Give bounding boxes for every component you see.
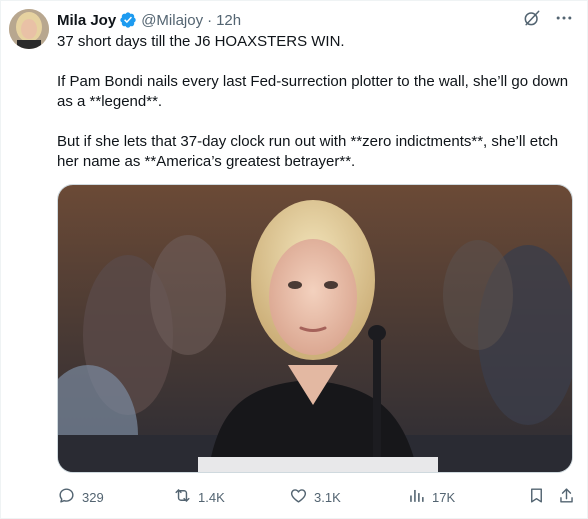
author-handle[interactable]: @Milajoy — [141, 12, 203, 29]
verified-badge-icon — [119, 11, 137, 29]
tweet-time[interactable]: 12h — [216, 12, 241, 29]
share-icon — [557, 486, 576, 508]
reply-icon — [57, 486, 76, 508]
retweet-button[interactable]: 1.4K — [173, 486, 225, 508]
views-count: 17K — [432, 489, 456, 505]
tweet-paragraph: 37 short days till the J6 HOAXSTERS WIN. — [57, 33, 345, 50]
retweet-count: 1.4K — [198, 489, 225, 505]
like-button[interactable]: 3.1K — [289, 486, 341, 508]
views-button[interactable]: 17K — [407, 486, 455, 508]
tweet-paragraph: But if she lets that 37-day clock run ou… — [57, 133, 559, 170]
header-separator: · — [207, 11, 213, 29]
tweet-header: Mila Joy @Milajoy · 12h — [57, 10, 241, 30]
tweet-photo[interactable] — [57, 184, 573, 473]
tweet-actions: 329 1.4K 3.1K 17K — [57, 485, 577, 509]
tweet-card[interactable]: Mila Joy @Milajoy · 12h 37 short days ti… — [0, 0, 588, 519]
like-icon — [289, 486, 308, 508]
bookmark-icon — [527, 486, 546, 508]
author-name[interactable]: Mila Joy — [57, 12, 116, 29]
retweet-icon — [173, 486, 192, 508]
reply-button[interactable]: 329 — [57, 486, 104, 508]
tweet-paragraph: If Pam Bondi nails every last Fed-surrec… — [57, 73, 569, 110]
bookmark-button[interactable] — [527, 486, 546, 508]
grok-icon[interactable] — [521, 7, 543, 29]
tweet-top-actions — [521, 7, 575, 29]
more-icon[interactable] — [553, 7, 575, 29]
reply-count: 329 — [82, 489, 104, 505]
tweet-text: 37 short days till the J6 HOAXSTERS WIN.… — [57, 32, 577, 172]
like-count: 3.1K — [314, 489, 341, 505]
share-button[interactable] — [557, 486, 576, 508]
views-icon — [407, 486, 426, 508]
avatar[interactable] — [9, 9, 49, 49]
